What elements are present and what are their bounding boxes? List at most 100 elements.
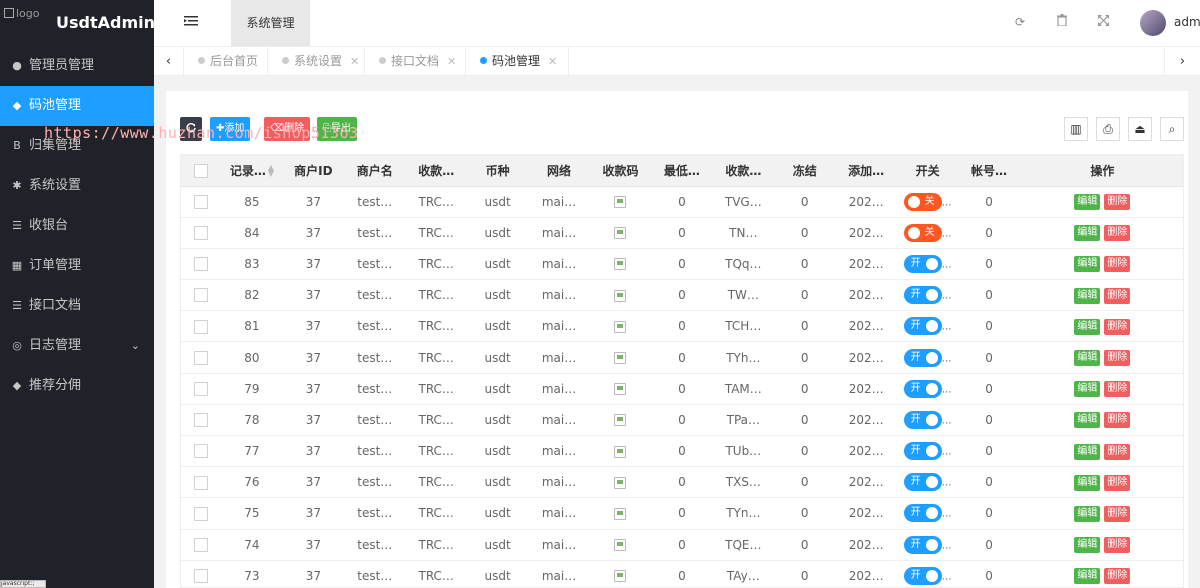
row-checkbox[interactable] bbox=[194, 226, 209, 241]
refresh-table-button[interactable] bbox=[180, 117, 202, 141]
qr-image-icon[interactable] bbox=[614, 539, 627, 552]
edit-button[interactable]: 编辑 bbox=[1074, 412, 1101, 429]
sidebar-item-5[interactable]: ▦ 订单管理 bbox=[0, 246, 154, 286]
tabs-next-button[interactable]: › bbox=[1164, 47, 1200, 76]
columns-icon[interactable]: ▥ bbox=[1064, 117, 1088, 141]
sidebar-item-7[interactable]: ◎ 日志管理 ⌄ bbox=[0, 326, 154, 366]
status-toggle[interactable]: 开 bbox=[903, 379, 942, 398]
row-delete-button[interactable]: 删除 bbox=[1104, 412, 1131, 429]
row-delete-button[interactable]: 删除 bbox=[1104, 474, 1131, 491]
edit-button[interactable]: 编辑 bbox=[1074, 568, 1101, 585]
edit-button[interactable]: 编辑 bbox=[1074, 537, 1101, 554]
select-all-checkbox[interactable] bbox=[194, 163, 209, 178]
qr-image-icon[interactable] bbox=[614, 196, 627, 209]
sidebar-item-3[interactable]: ✱ 系统设置 bbox=[0, 166, 154, 206]
qr-image-icon[interactable] bbox=[614, 570, 627, 583]
edit-button[interactable]: 编辑 bbox=[1074, 381, 1101, 398]
row-checkbox[interactable] bbox=[194, 381, 209, 396]
row-delete-button[interactable]: 删除 bbox=[1104, 568, 1131, 585]
close-icon[interactable]: ✕ bbox=[548, 55, 557, 68]
row-checkbox[interactable] bbox=[194, 257, 209, 272]
sidebar-item-1[interactable]: ◆ 码池管理 bbox=[0, 86, 154, 126]
row-checkbox[interactable] bbox=[194, 537, 209, 552]
add-button[interactable]: ✚添加 bbox=[210, 117, 251, 141]
edit-button[interactable]: 编辑 bbox=[1074, 287, 1101, 304]
row-checkbox[interactable] bbox=[194, 506, 209, 521]
row-delete-button[interactable]: 删除 bbox=[1104, 194, 1131, 211]
qr-image-icon[interactable] bbox=[614, 289, 627, 302]
qr-image-icon[interactable] bbox=[614, 414, 627, 427]
status-toggle[interactable]: 开 bbox=[903, 254, 942, 273]
edit-button[interactable]: 编辑 bbox=[1074, 318, 1101, 335]
row-checkbox[interactable] bbox=[194, 194, 209, 209]
page-tab-3[interactable]: 码池管理 ✕ bbox=[466, 47, 569, 76]
sidebar-item-8[interactable]: ◆ 推荐分佣 bbox=[0, 366, 154, 406]
qr-image-icon[interactable] bbox=[614, 320, 627, 333]
qr-image-icon[interactable] bbox=[614, 445, 627, 458]
sidebar-item-4[interactable]: ☰ 收银台 bbox=[0, 206, 154, 246]
row-checkbox[interactable] bbox=[194, 475, 209, 490]
page-tab-2[interactable]: 接口文档 ✕ bbox=[365, 47, 466, 76]
edit-button[interactable]: 编辑 bbox=[1074, 474, 1101, 491]
row-delete-button[interactable]: 删除 bbox=[1104, 350, 1131, 367]
row-delete-button[interactable]: 删除 bbox=[1104, 381, 1131, 398]
row-checkbox[interactable] bbox=[194, 444, 209, 459]
sidebar-item-2[interactable]: B 归集管理 bbox=[0, 126, 154, 166]
edit-button[interactable]: 编辑 bbox=[1074, 350, 1101, 367]
column-header-1[interactable]: 记录… ▲ ▼ bbox=[221, 155, 283, 187]
status-toggle[interactable]: 关 bbox=[903, 223, 942, 242]
sidebar-item-0[interactable]: ● 管理员管理 bbox=[0, 46, 154, 86]
row-delete-button[interactable]: 删除 bbox=[1104, 287, 1131, 304]
delete-button[interactable]: ⌫删除 bbox=[264, 117, 311, 141]
status-toggle[interactable]: 开 bbox=[903, 348, 942, 367]
tabs-prev-button[interactable]: ‹ bbox=[154, 47, 184, 76]
close-icon[interactable]: ✕ bbox=[447, 55, 456, 68]
export-button[interactable]: ⎘导出 bbox=[317, 117, 357, 141]
row-delete-button[interactable]: 删除 bbox=[1104, 537, 1131, 554]
status-toggle[interactable]: 开 bbox=[903, 504, 942, 523]
menu-fold-icon[interactable] bbox=[184, 15, 200, 29]
avatar[interactable] bbox=[1140, 10, 1166, 36]
edit-button[interactable]: 编辑 bbox=[1074, 443, 1101, 460]
status-toggle[interactable]: 开 bbox=[903, 286, 942, 305]
status-toggle[interactable]: 开 bbox=[903, 410, 942, 429]
refresh-icon[interactable]: ⟳ bbox=[1012, 14, 1028, 30]
qr-image-icon[interactable] bbox=[614, 383, 627, 396]
page-tab-1[interactable]: 系统设置 ✕ bbox=[268, 47, 365, 76]
qr-image-icon[interactable] bbox=[614, 507, 627, 520]
sidebar-item-6[interactable]: ☰ 接口文档 bbox=[0, 286, 154, 326]
fullscreen-icon[interactable] bbox=[1095, 14, 1111, 30]
edit-button[interactable]: 编辑 bbox=[1074, 256, 1101, 273]
row-delete-button[interactable]: 删除 bbox=[1104, 225, 1131, 242]
qr-image-icon[interactable] bbox=[614, 258, 627, 271]
status-toggle[interactable]: 关 bbox=[903, 192, 942, 211]
close-icon[interactable]: ✕ bbox=[350, 55, 359, 68]
qr-image-icon[interactable] bbox=[614, 352, 627, 365]
search-icon[interactable]: ⌕ bbox=[1160, 117, 1184, 141]
print-icon[interactable]: ⎙ bbox=[1096, 117, 1120, 141]
row-checkbox[interactable] bbox=[194, 569, 209, 584]
row-checkbox[interactable] bbox=[194, 350, 209, 365]
page-tab-0[interactable]: 后台首页 bbox=[184, 47, 268, 76]
status-toggle[interactable]: 开 bbox=[903, 442, 942, 461]
row-delete-button[interactable]: 删除 bbox=[1104, 256, 1131, 273]
qr-image-icon[interactable] bbox=[614, 476, 627, 489]
top-nav-system-management[interactable]: 系统管理 bbox=[231, 0, 310, 46]
row-checkbox[interactable] bbox=[194, 319, 209, 334]
column-header-0[interactable] bbox=[181, 155, 222, 187]
qr-image-icon[interactable] bbox=[614, 227, 627, 240]
admin-name[interactable]: admi bbox=[1174, 15, 1200, 29]
row-delete-button[interactable]: 删除 bbox=[1104, 443, 1131, 460]
trash-icon[interactable] bbox=[1054, 14, 1070, 30]
status-toggle[interactable]: 开 bbox=[903, 317, 942, 336]
row-delete-button[interactable]: 删除 bbox=[1104, 318, 1131, 335]
status-toggle[interactable]: 开 bbox=[903, 473, 942, 492]
sort-icon[interactable]: ▲ ▼ bbox=[268, 164, 274, 178]
row-checkbox[interactable] bbox=[194, 288, 209, 303]
edit-button[interactable]: 编辑 bbox=[1074, 194, 1101, 211]
row-delete-button[interactable]: 删除 bbox=[1104, 505, 1131, 522]
status-toggle[interactable]: 开 bbox=[903, 566, 942, 585]
row-checkbox[interactable] bbox=[194, 413, 209, 428]
status-toggle[interactable]: 开 bbox=[903, 535, 942, 554]
export-file-icon[interactable]: ⏏ bbox=[1128, 117, 1152, 141]
